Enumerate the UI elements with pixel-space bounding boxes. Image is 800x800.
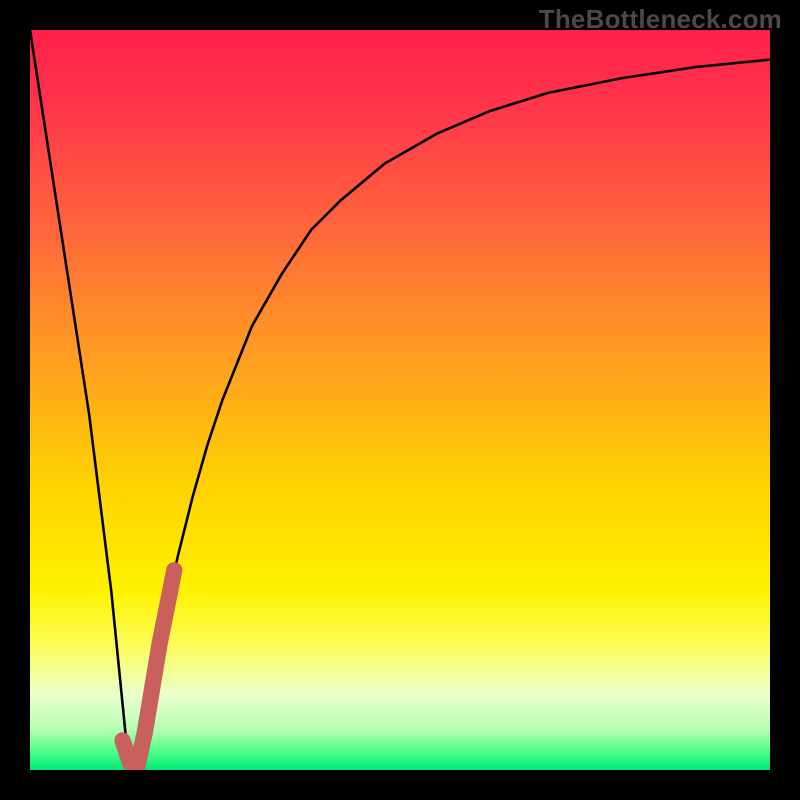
chart-frame: TheBottleneck.com	[0, 0, 800, 800]
curve-layer	[30, 30, 770, 770]
plot-area	[30, 30, 770, 770]
watermark-text: TheBottleneck.com	[539, 4, 782, 35]
bottleneck-curve	[30, 30, 770, 770]
highlight-segment	[123, 570, 175, 766]
